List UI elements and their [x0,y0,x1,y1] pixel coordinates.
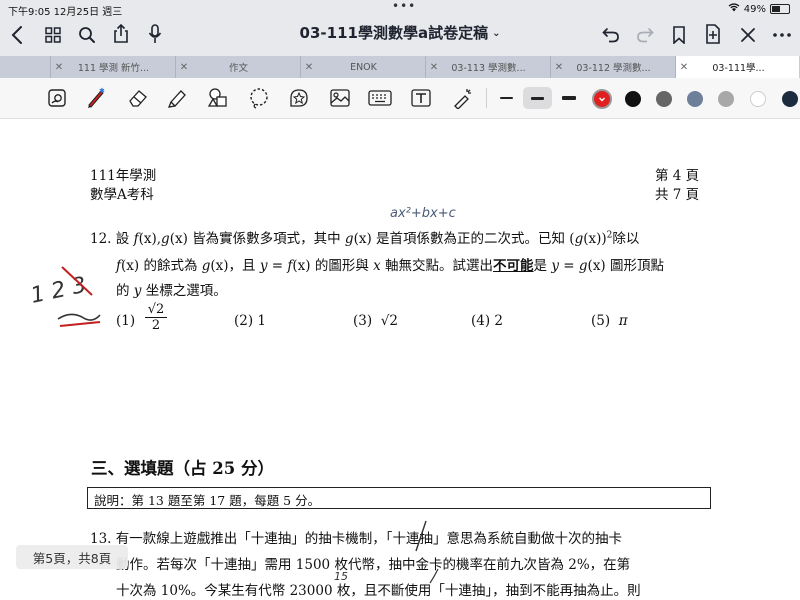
undo-icon[interactable] [600,24,622,46]
share-icon[interactable] [110,23,132,45]
tab-3[interactable]: ✕ ENOK [300,56,424,78]
tab-label: 作文 [228,63,248,74]
handwritten-slash-2 [429,568,439,584]
laser-pointer-icon[interactable] [450,86,474,110]
status-right: 49% [728,3,790,15]
handwritten-note-left: 1 2 3 [29,273,89,309]
top-app-bar: 下午9:05 12月25日 週三 ••• 49% 03-111學測數學a試卷定稿… [0,0,800,56]
image-tool-icon[interactable] [328,86,352,110]
tab-label: 03-111學... [712,63,765,74]
lasso-tool-icon[interactable] [247,86,271,110]
tab-label: 03-112 學測數... [576,63,651,74]
tab-5[interactable]: ✕ 03-112 學測數... [550,56,674,78]
close-tab-icon[interactable]: ✕ [51,62,67,73]
close-tab-icon[interactable]: ✕ [551,62,567,73]
drawing-toolbar: ✱ [0,78,800,119]
tab-1[interactable]: ✕ 111 學測 新竹... [50,56,174,78]
sticker-tool-icon[interactable] [287,86,311,110]
document-tabs: ✕ 111 學測 新竹... ✕ 作文 ✕ ENOK ✕ 03-113 學測數... ✕… [0,56,800,78]
handwritten-note-15: 15 [334,570,348,583]
pen-tool-icon[interactable]: ✱ [84,86,108,110]
medium-line-indicator [531,97,544,100]
color-swatch-white[interactable] [750,91,766,107]
tab-label: 111 學測 新竹... [77,63,150,74]
handwritten-slash-1 [415,520,427,552]
redo-icon[interactable] [634,24,656,46]
back-icon[interactable] [6,22,28,48]
tab-4[interactable]: ✕ 03-113 學測數... [425,56,549,78]
color-swatch-dark-gray[interactable] [656,91,672,107]
multitask-dots[interactable]: ••• [392,0,416,13]
tab-2[interactable]: ✕ 作文 [175,56,299,78]
add-page-icon[interactable] [702,23,724,45]
document-title[interactable]: 03-111學測數學a試卷定稿 ⌄ [250,22,550,43]
close-tab-icon[interactable]: ✕ [426,62,442,73]
handwritten-note-quadratic: ax²+bx+c [390,206,456,221]
lasso-readonly-icon[interactable] [45,86,69,110]
shapes-tool-icon[interactable] [206,86,230,110]
color-swatch-slate-blue[interactable] [687,91,703,107]
tab-label: ENOK [350,61,377,73]
color-swatch-red-selected[interactable] [592,89,612,109]
tab-6-active[interactable]: ✕ 03-111學... [675,56,799,78]
text-box-tool-icon[interactable] [409,86,433,110]
document-title-text: 03-111學測數學a試卷定稿 [299,24,489,42]
status-time: 下午9:05 12月25日 週三 [8,7,123,18]
eraser-tool-icon[interactable] [126,86,150,110]
document-page[interactable]: 111年學測 數學A考科 第 4 頁 共 7 頁 12. 設 f(x),g(x)… [0,119,800,600]
handwritten-annotations: ax²+bx+c 1 2 3 15 [29,206,456,584]
bookmark-icon[interactable] [668,24,690,46]
handwritten-red-strike-2 [59,321,101,327]
handwritten-scribble [57,313,101,321]
chevron-down-icon: ⌄ [492,28,501,39]
battery-icon [770,4,790,14]
color-swatch-navy[interactable] [782,91,798,107]
battery-percent: 49% [743,3,766,15]
thick-line-option[interactable] [562,96,576,100]
highlighter-tool-icon[interactable] [165,86,189,110]
grid-view-icon[interactable] [42,24,64,46]
close-tab-icon[interactable]: ✕ [301,62,317,73]
toolbar-divider [486,88,487,108]
wifi-icon [728,3,740,15]
more-options-icon[interactable] [770,24,794,46]
microphone-icon[interactable] [144,23,166,45]
search-icon[interactable] [76,24,98,46]
color-swatch-black[interactable] [625,91,641,107]
close-tab-icon[interactable]: ✕ [176,62,192,73]
tab-label: 03-113 學測數... [451,63,526,74]
thin-line-option[interactable] [500,97,513,99]
close-edit-icon[interactable] [737,24,759,46]
close-tab-icon[interactable]: ✕ [676,62,692,73]
page-indicator: 第5頁，共8頁 [16,545,128,569]
keyboard-tool-icon[interactable] [368,86,392,110]
svg-text:✱: ✱ [99,87,105,95]
color-swatch-light-gray[interactable] [718,91,734,107]
